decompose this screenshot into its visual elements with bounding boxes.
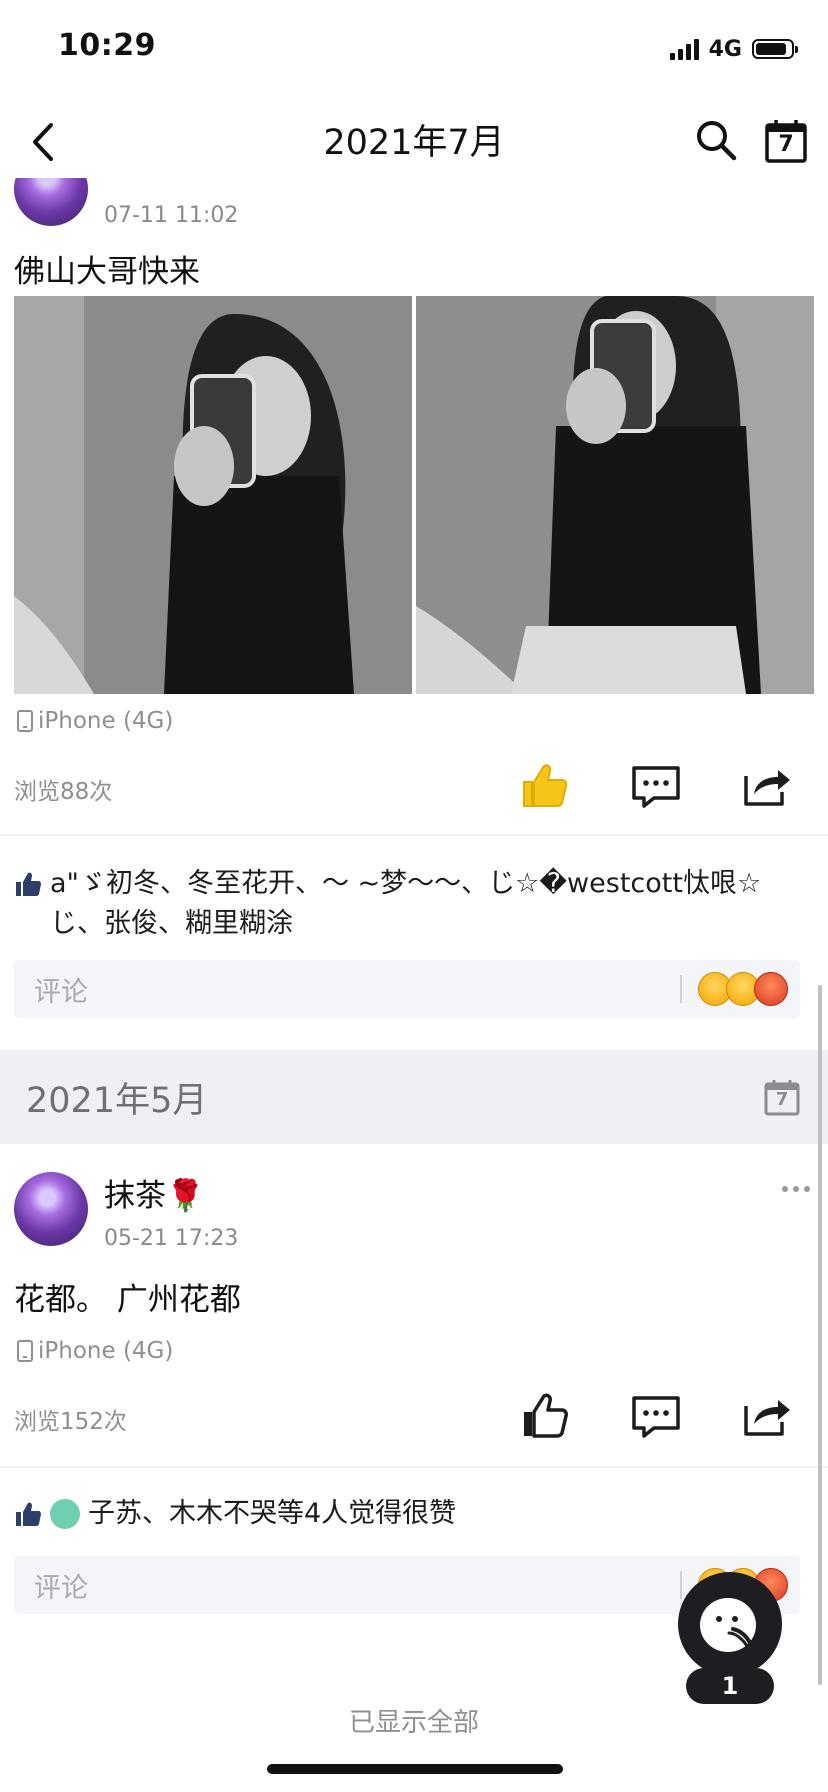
like-button[interactable] [518, 1390, 570, 1442]
thumbs-up-icon [16, 872, 41, 896]
floating-assistant-button[interactable] [678, 1572, 782, 1676]
comment-button[interactable] [630, 760, 682, 812]
post-time: 07-11 11:02 [104, 203, 239, 228]
thumbs-up-icon [524, 1393, 568, 1438]
network-type: 4G [708, 36, 742, 62]
end-of-list-text: 已显示全部 [348, 1708, 479, 1738]
status-time: 10:29 [58, 28, 156, 63]
comment-placeholder: 评论 [34, 1572, 88, 1604]
divider [0, 1466, 828, 1468]
battery-icon [752, 39, 798, 59]
month-calendar-button[interactable]: 7 [764, 1078, 800, 1116]
share-icon [744, 770, 790, 806]
post-time: 05-21 17:23 [104, 1226, 239, 1251]
view-count: 浏览152次 [14, 1409, 127, 1435]
post-photo[interactable] [14, 296, 412, 694]
comment-icon [632, 766, 680, 808]
comment-button[interactable] [630, 1390, 682, 1442]
post-text: 佛山大哥快来 [14, 254, 200, 290]
post-author[interactable]: 抹茶🌹 [104, 1170, 205, 1215]
device-info: iPhone (4G) [16, 1338, 173, 1364]
comment-input[interactable]: 评论 [14, 960, 800, 1018]
photo-image [416, 296, 814, 694]
post-photo[interactable] [416, 296, 814, 694]
signal-icon [669, 38, 699, 60]
post-text: 花都。 广州花都 [14, 1282, 241, 1318]
status-indicators: 4G [669, 34, 798, 64]
like-button[interactable] [518, 760, 570, 812]
month-label: 2021年5月 [26, 1081, 208, 1121]
phone-icon [17, 710, 33, 732]
search-button[interactable] [694, 118, 738, 162]
scrollbar[interactable] [818, 985, 822, 1685]
more-options-icon[interactable] [782, 1186, 810, 1192]
gift-emoji-icon [754, 972, 788, 1006]
mascot-icon [700, 1598, 756, 1653]
calendar-day: 7 [775, 1089, 789, 1110]
photo-image [14, 296, 412, 694]
share-button[interactable] [740, 760, 792, 812]
floating-badge: 1 [686, 1668, 774, 1704]
divider [0, 834, 828, 836]
emoji-picker[interactable] [698, 972, 788, 1006]
liker-avatar[interactable] [50, 1499, 80, 1529]
calendar-button[interactable]: 7 [764, 118, 808, 164]
device-info: iPhone (4G) [16, 708, 173, 734]
share-icon [744, 1400, 790, 1436]
phone-icon [17, 1340, 33, 1362]
share-button[interactable] [740, 1390, 792, 1442]
search-icon [697, 121, 737, 161]
avatar[interactable] [14, 1172, 88, 1246]
thumbs-up-icon [523, 764, 568, 807]
likes-text: 子苏、木木不哭等4人觉得很赞 [88, 1498, 457, 1529]
view-count: 浏览88次 [14, 779, 113, 805]
calendar-day: 7 [778, 132, 794, 157]
device-label: iPhone (4G) [38, 708, 174, 734]
comment-placeholder: 评论 [34, 976, 88, 1008]
likes-list[interactable]: 子苏、木木不哭等4人觉得很赞 [14, 1494, 804, 1534]
device-label: iPhone (4G) [38, 1338, 174, 1364]
thumbs-up-icon [16, 1502, 41, 1526]
likes-text: a"ゞ初冬、冬至花开、～ ~梦～～、じ☆�westcott忲哏☆じ、张俊、糊里糊… [50, 868, 762, 939]
comment-icon [632, 1396, 680, 1438]
likes-list[interactable]: a"ゞ初冬、冬至花开、～ ~梦～～、じ☆�westcott忲哏☆じ、张俊、糊里糊… [14, 864, 804, 944]
home-indicator[interactable] [267, 1764, 563, 1774]
